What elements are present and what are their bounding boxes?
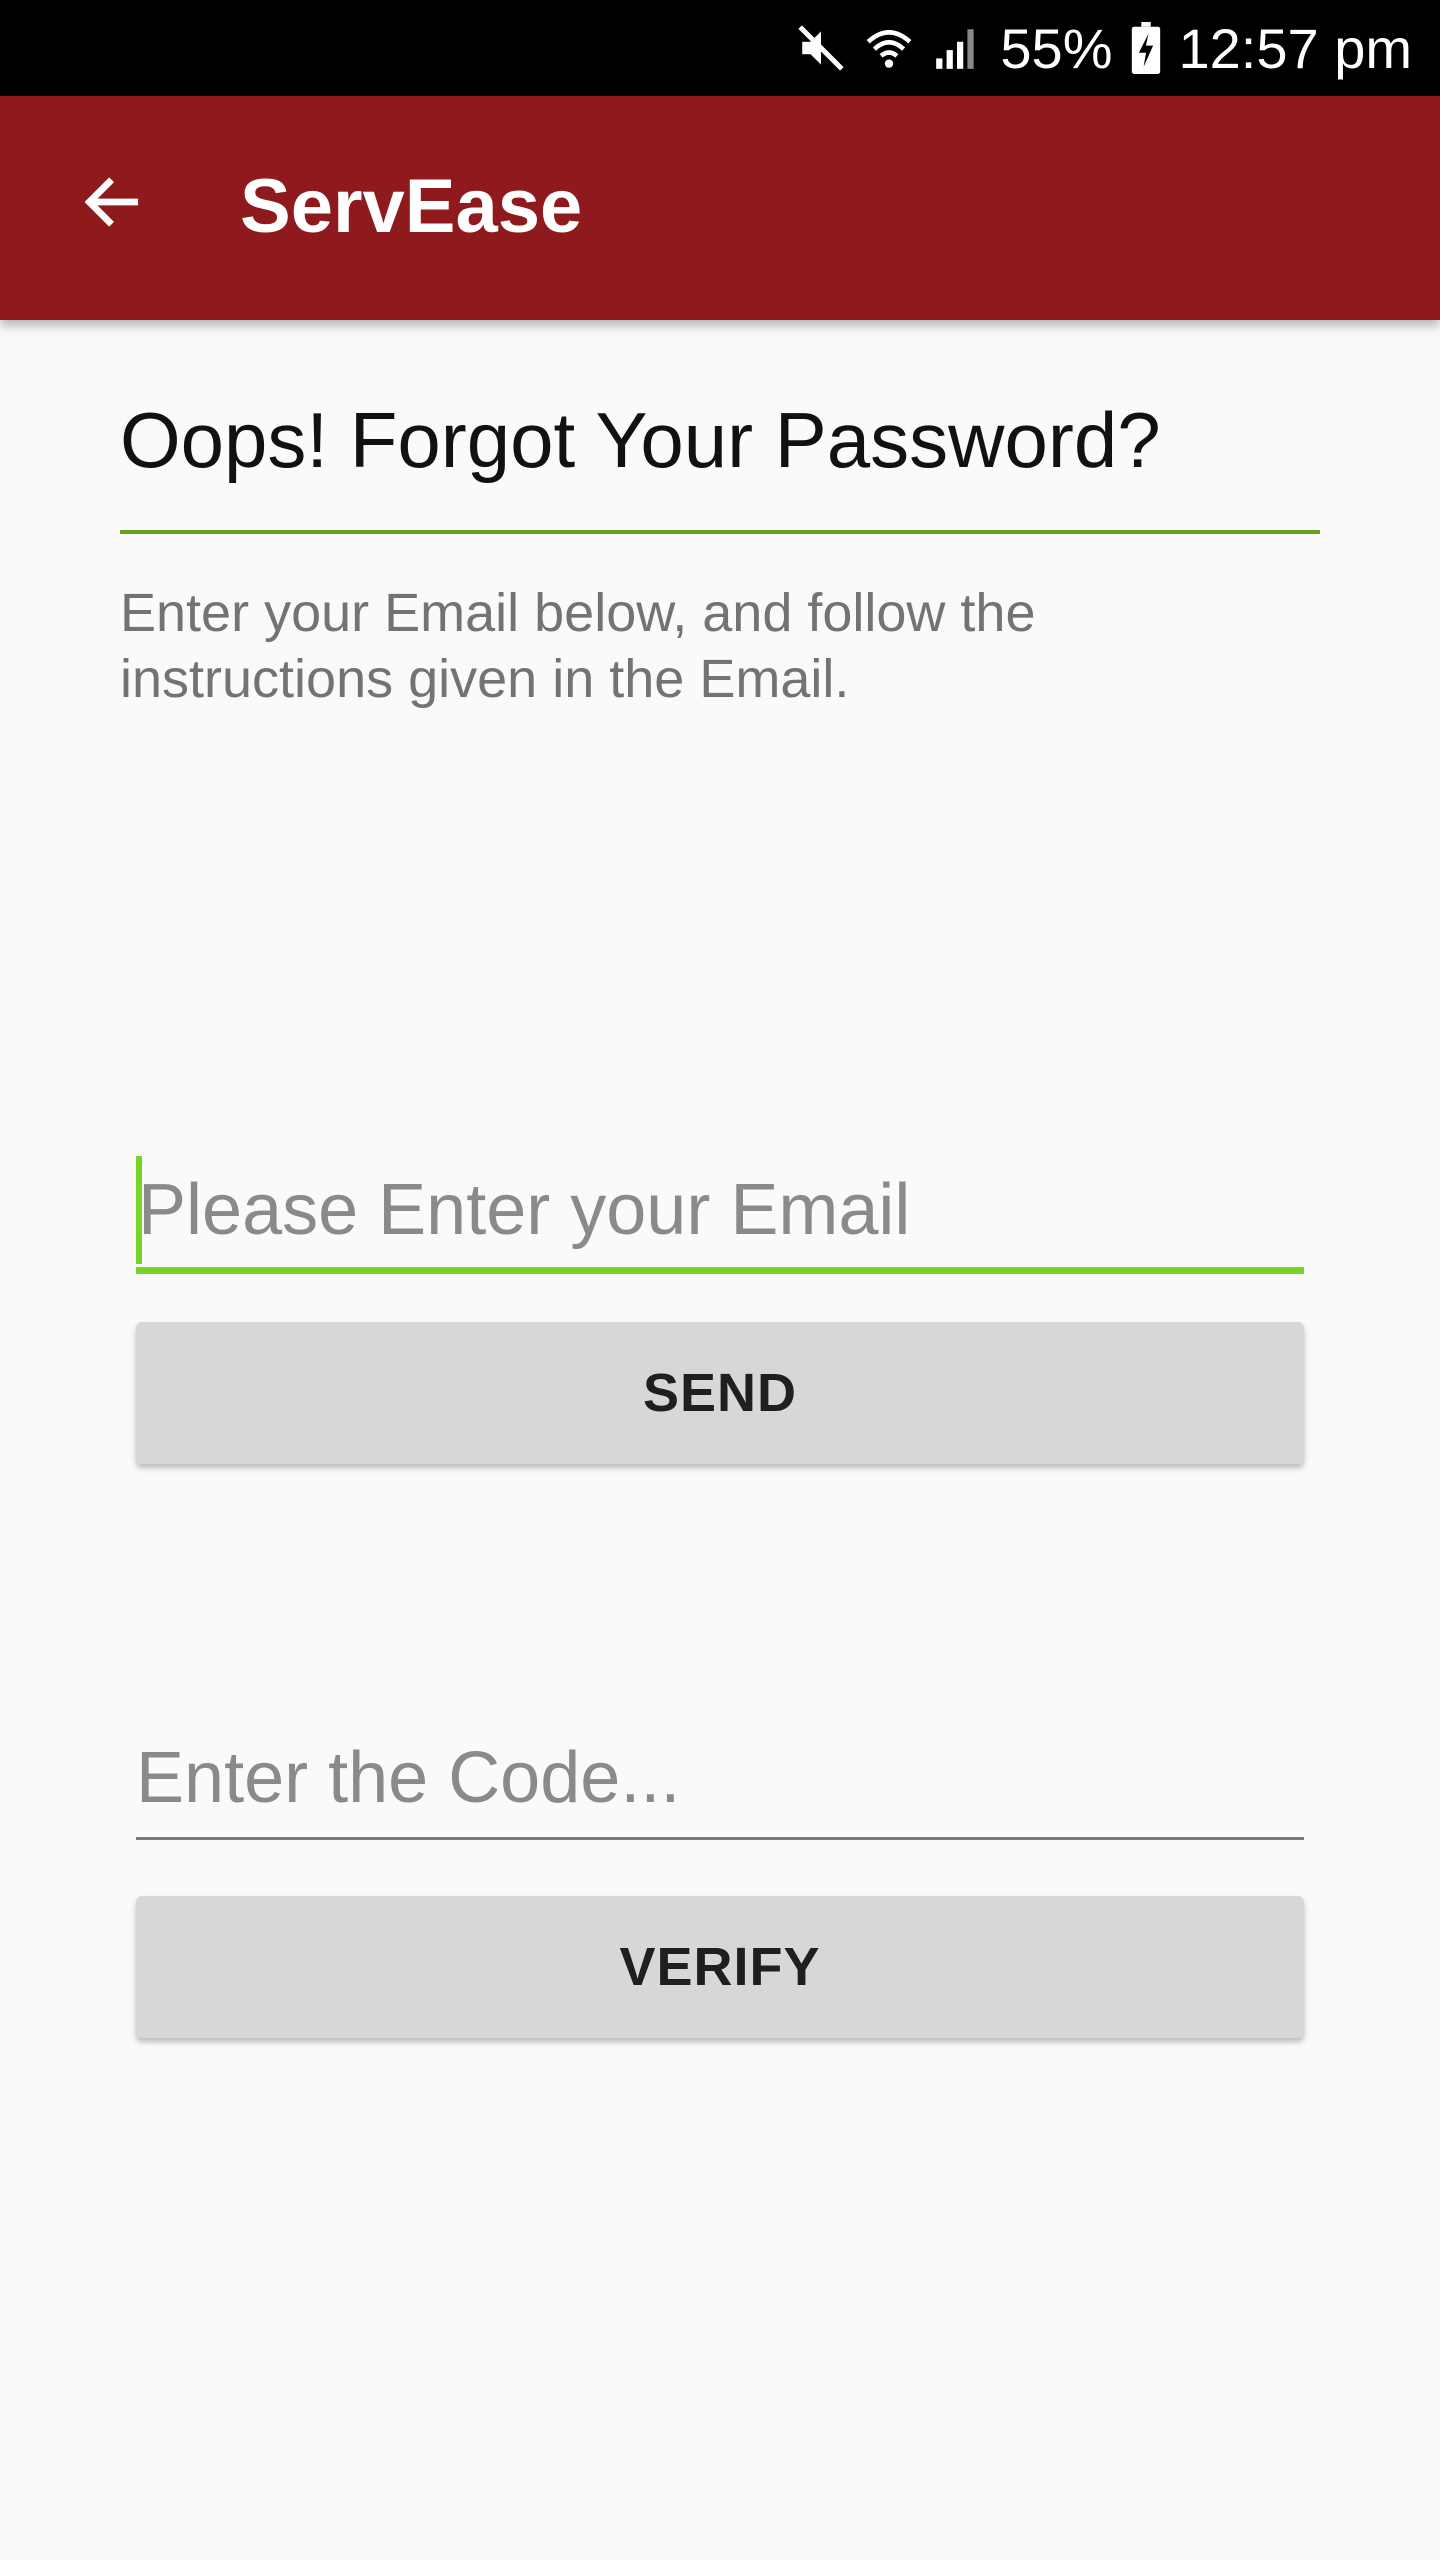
back-button[interactable] — [60, 142, 164, 266]
status-time: 12:57 pm — [1178, 16, 1413, 80]
app-bar: ServEase — [0, 96, 1440, 320]
email-input[interactable] — [136, 1150, 1306, 1270]
status-bar: 55% 12:57 pm — [0, 0, 1440, 96]
code-input[interactable] — [136, 1718, 1304, 1838]
email-underline — [136, 1267, 1304, 1274]
signal-icon — [932, 23, 982, 73]
email-field — [136, 1150, 1306, 1274]
page-title: Oops! Forgot Your Password? — [120, 396, 1161, 484]
code-underline — [136, 1837, 1304, 1840]
status-icons: 55% 12:57 pm — [796, 0, 1412, 96]
heading-divider — [120, 530, 1320, 534]
arrow-back-icon — [78, 168, 146, 241]
verify-button[interactable]: VERIFY — [136, 1896, 1304, 2038]
mute-icon — [796, 23, 846, 73]
instructions-text: Enter your Email below, and follow the i… — [120, 583, 1036, 709]
app-title: ServEase — [240, 164, 583, 249]
code-field — [136, 1718, 1304, 1840]
wifi-icon — [864, 23, 914, 73]
battery-icon — [1131, 22, 1161, 74]
send-button[interactable]: SEND — [136, 1322, 1304, 1464]
text-cursor — [136, 1156, 142, 1264]
battery-percent: 55% — [1000, 16, 1113, 80]
